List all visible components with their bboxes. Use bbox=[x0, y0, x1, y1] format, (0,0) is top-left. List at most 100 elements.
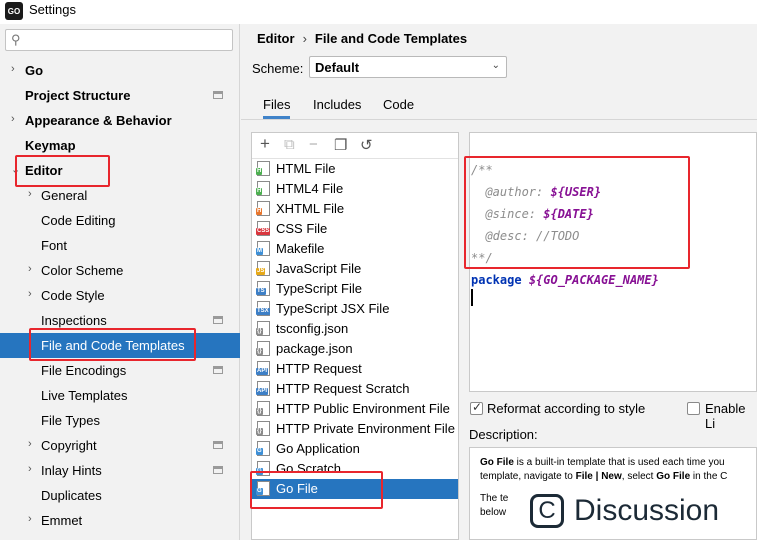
file-type-badge: {} bbox=[256, 428, 263, 435]
chevron-right-icon[interactable]: › bbox=[28, 188, 32, 200]
file-type-icon: {} bbox=[256, 321, 270, 336]
sidebar-item-editor[interactable]: ⌄ Editor bbox=[0, 158, 240, 183]
template-item-label: JavaScript File bbox=[276, 261, 362, 276]
template-item-label: HTTP Request Scratch bbox=[276, 381, 410, 396]
sidebar-item-live-templates[interactable]: Live Templates bbox=[0, 383, 240, 408]
chevron-right-icon[interactable]: › bbox=[28, 438, 32, 450]
window-title: Settings bbox=[29, 2, 76, 17]
template-item-css-file[interactable]: CSS CSS File bbox=[252, 219, 458, 239]
chevron-right-icon[interactable]: › bbox=[28, 288, 32, 300]
tab-files[interactable]: Files bbox=[263, 97, 291, 119]
sidebar-item-go[interactable]: › Go bbox=[0, 58, 240, 83]
file-type-badge: {} bbox=[256, 408, 263, 415]
file-type-badge: G bbox=[256, 488, 263, 495]
template-item-javascript-file[interactable]: JS JavaScript File bbox=[252, 259, 458, 279]
template-item-go-application[interactable]: G Go Application bbox=[252, 439, 458, 459]
template-item-tsconfig-json[interactable]: {} tsconfig.json bbox=[252, 319, 458, 339]
code-author-line: @author: ${USER} bbox=[471, 185, 601, 199]
scheme-dropdown[interactable]: Default ⌄ bbox=[309, 56, 507, 78]
sidebar-item-keymap[interactable]: Keymap bbox=[0, 133, 240, 158]
sidebar-item-copyright[interactable]: › Copyright bbox=[0, 433, 240, 458]
template-item-label: Go Scratch bbox=[276, 461, 342, 476]
code-comment-close: **/ bbox=[471, 251, 493, 265]
discussion-logo-icon: C bbox=[530, 494, 564, 528]
chevron-right-icon[interactable]: › bbox=[28, 463, 32, 475]
sidebar-item-font[interactable]: Font bbox=[0, 233, 240, 258]
template-item-http-public-environment-file[interactable]: {} HTTP Public Environment File bbox=[252, 399, 458, 419]
template-item-typescript-file[interactable]: TS TypeScript File bbox=[252, 279, 458, 299]
sidebar-item-file-types[interactable]: File Types bbox=[0, 408, 240, 433]
template-item-http-private-environment-file[interactable]: {} HTTP Private Environment File bbox=[252, 419, 458, 439]
project-scope-icon bbox=[213, 366, 223, 374]
add-icon[interactable]: + bbox=[260, 134, 270, 154]
sidebar-item-file-encodings[interactable]: File Encodings bbox=[0, 358, 240, 383]
file-type-icon: API bbox=[256, 361, 270, 376]
file-type-icon: API bbox=[256, 381, 270, 396]
settings-sidebar: ⚲ › Go Project Structure › Appearance & Beha… bbox=[0, 24, 240, 540]
file-type-icon: CSS bbox=[256, 221, 271, 236]
template-item-makefile[interactable]: M Makefile bbox=[252, 239, 458, 259]
reformat-checkbox[interactable]: ✓ bbox=[470, 400, 483, 415]
sidebar-item-appearance-behavior[interactable]: › Appearance & Behavior bbox=[0, 108, 240, 133]
template-item-label: HTML File bbox=[276, 161, 336, 176]
project-scope-icon bbox=[213, 91, 223, 99]
sidebar-item-label: File Encodings bbox=[41, 363, 127, 378]
sidebar-item-label: Keymap bbox=[25, 138, 76, 153]
template-item-label: Go Application bbox=[276, 441, 360, 456]
copy-template-icon[interactable]: ⧉ bbox=[284, 136, 295, 153]
sidebar-item-inspections[interactable]: Inspections bbox=[0, 308, 240, 333]
breadcrumb-current: File and Code Templates bbox=[314, 31, 468, 46]
tab-code[interactable]: Code bbox=[383, 97, 414, 112]
reset-icon[interactable]: ↺ bbox=[360, 136, 373, 154]
template-code-editor[interactable]: /** @author: ${USER} @since: ${DATE} @de… bbox=[469, 132, 757, 392]
template-item-go-scratch[interactable]: G Go Scratch bbox=[252, 459, 458, 479]
template-item-xhtml-file[interactable]: H XHTML File bbox=[252, 199, 458, 219]
code-since-line: @since: ${DATE} bbox=[471, 207, 594, 221]
enable-live-label[interactable]: Enable Li bbox=[705, 401, 757, 431]
sidebar-item-general[interactable]: › General bbox=[0, 183, 240, 208]
sidebar-item-label: Duplicates bbox=[41, 488, 102, 503]
remove-icon[interactable]: − bbox=[309, 136, 318, 153]
template-item-html-file[interactable]: H HTML File bbox=[252, 159, 458, 179]
template-item-typescript-jsx-file[interactable]: TSX TypeScript JSX File bbox=[252, 299, 458, 319]
sidebar-item-inlay-hints[interactable]: › Inlay Hints bbox=[0, 458, 240, 483]
sidebar-item-code-style[interactable]: › Code Style bbox=[0, 283, 240, 308]
chevron-right-icon[interactable]: › bbox=[11, 63, 15, 75]
template-item-html4-file[interactable]: H HTML4 File bbox=[252, 179, 458, 199]
duplicate-icon[interactable]: ❐ bbox=[334, 136, 347, 154]
file-type-icon: TSX bbox=[256, 301, 270, 316]
template-item-http-request-scratch[interactable]: API HTTP Request Scratch bbox=[252, 379, 458, 399]
file-type-badge: API bbox=[256, 368, 269, 375]
template-item-package-json[interactable]: {} package.json bbox=[252, 339, 458, 359]
file-type-badge: H bbox=[256, 208, 263, 215]
discussion-watermark: C Discussion bbox=[530, 486, 719, 536]
chevron-right-icon[interactable]: › bbox=[28, 263, 32, 275]
file-type-icon: {} bbox=[256, 421, 270, 436]
reformat-label[interactable]: Reformat according to style bbox=[487, 401, 645, 416]
file-type-icon: G bbox=[256, 481, 270, 496]
sidebar-item-code-editing[interactable]: Code Editing bbox=[0, 208, 240, 233]
file-type-icon: M bbox=[256, 241, 270, 256]
package-keyword: package bbox=[471, 273, 522, 287]
breadcrumb-parent[interactable]: Editor bbox=[257, 31, 295, 46]
since-var: ${DATE} bbox=[543, 207, 594, 221]
file-type-icon: {} bbox=[256, 341, 270, 356]
sidebar-item-emmet[interactable]: › Emmet bbox=[0, 508, 240, 533]
file-type-icon: H bbox=[256, 201, 270, 216]
chevron-down-icon[interactable]: ⌄ bbox=[11, 163, 20, 176]
code-desc-line: @desc: //TODO bbox=[471, 229, 579, 243]
chevron-right-icon[interactable]: › bbox=[28, 513, 32, 525]
sidebar-item-file-and-code-templates[interactable]: File and Code Templates bbox=[0, 333, 240, 358]
project-scope-icon bbox=[213, 466, 223, 474]
enable-live-checkbox[interactable] bbox=[687, 402, 700, 415]
template-item-label: Makefile bbox=[276, 241, 325, 256]
template-item-go-file[interactable]: G Go File bbox=[252, 479, 458, 499]
sidebar-item-label: Color Scheme bbox=[41, 263, 124, 278]
sidebar-item-color-scheme[interactable]: › Color Scheme bbox=[0, 258, 240, 283]
sidebar-item-duplicates[interactable]: Duplicates bbox=[0, 483, 240, 508]
tab-includes[interactable]: Includes bbox=[313, 97, 361, 112]
settings-search-input[interactable]: ⚲ bbox=[5, 29, 233, 51]
template-item-http-request[interactable]: API HTTP Request bbox=[252, 359, 458, 379]
chevron-right-icon[interactable]: › bbox=[11, 113, 15, 125]
sidebar-item-project-structure[interactable]: Project Structure bbox=[0, 83, 240, 108]
